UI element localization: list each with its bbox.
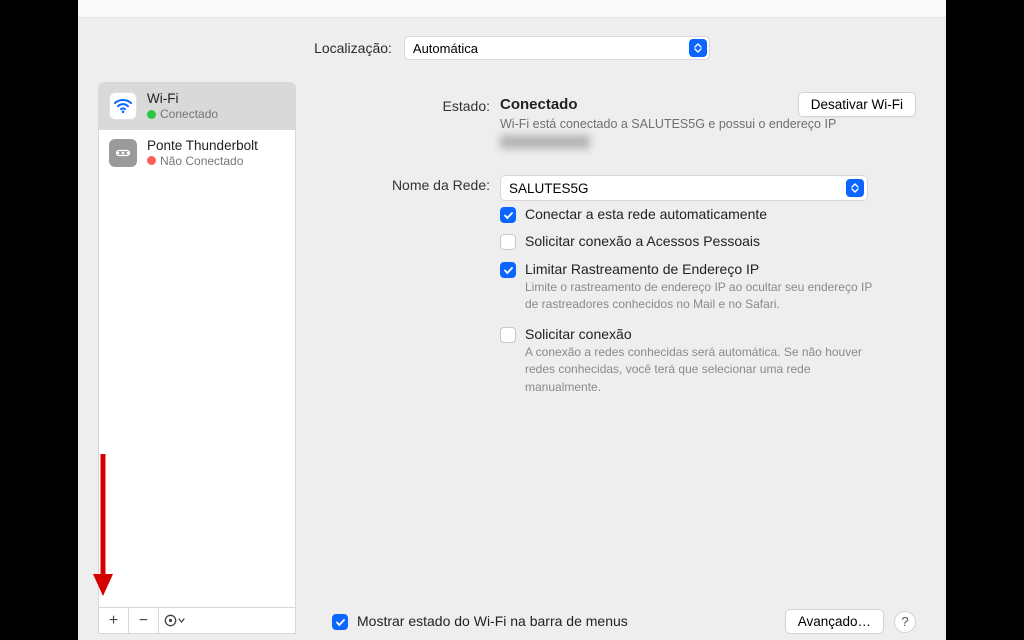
interfaces-sidebar: Wi-Fi Conectado (98, 82, 296, 608)
redacted-ip (500, 135, 590, 149)
ask-join-label: Solicitar conexão (525, 326, 885, 342)
limit-tracking-label: Limitar Rastreamento de Endereço IP (525, 261, 885, 277)
main-panel: Desativar Wi-Fi Estado: Conectado Wi-Fi … (310, 82, 934, 634)
limit-tracking-desc: Limite o rastreamento de endereço IP ao … (525, 279, 885, 314)
show-in-menubar-checkbox[interactable] (332, 614, 348, 630)
limit-tracking-checkbox[interactable] (500, 262, 516, 278)
show-in-menubar-row: Mostrar estado do Wi-Fi na barra de menu… (332, 613, 628, 630)
status-detail: Wi-Fi está conectado a SALUTES5G e possu… (500, 117, 880, 131)
sidebar-footer: + − (98, 608, 296, 634)
remove-interface-button[interactable]: − (129, 608, 159, 633)
thunderbolt-bridge-icon (109, 139, 137, 167)
add-interface-button[interactable]: + (99, 608, 129, 633)
network-name-label: Nome da Rede: (310, 175, 490, 193)
plus-icon: + (109, 612, 118, 630)
sidebar-item-thunderbolt-bridge[interactable]: Ponte Thunderbolt Não Conectado (99, 130, 295, 177)
window-toolbar (78, 0, 946, 18)
limit-tracking-row: Limitar Rastreamento de Endereço IP Limi… (500, 255, 934, 320)
main-footer: Mostrar estado do Wi-Fi na barra de menu… (310, 605, 934, 634)
status-dot-icon (147, 156, 156, 165)
location-label: Localização: (314, 40, 392, 56)
chevron-updown-icon (689, 39, 707, 57)
sidebar-item-label: Wi-Fi (147, 91, 218, 107)
ask-join-checkbox[interactable] (500, 327, 516, 343)
actions-icon (164, 614, 185, 627)
ask-join-desc: A conexão a redes conhecidas será automá… (525, 344, 885, 396)
sidebar-item-status: Não Conectado (160, 154, 243, 168)
location-row: Localização: Automática (78, 18, 946, 82)
network-name-select[interactable]: SALUTES5G (500, 175, 868, 201)
network-prefs-window: Localização: Automática (78, 0, 946, 640)
auto-connect-label: Conectar a esta rede automaticamente (525, 206, 767, 222)
location-value: Automática (413, 41, 478, 56)
wifi-icon (109, 92, 137, 120)
show-in-menubar-label: Mostrar estado do Wi-Fi na barra de menu… (357, 613, 628, 629)
status-label: Estado: (310, 96, 490, 114)
help-button[interactable]: ? (894, 611, 916, 633)
personal-hotspot-row: Solicitar conexão a Acessos Pessoais (500, 228, 934, 255)
location-select[interactable]: Automática (404, 36, 710, 60)
auto-connect-row: Conectar a esta rede automaticamente (500, 201, 934, 228)
interface-actions-button[interactable] (159, 608, 189, 633)
personal-hotspot-label: Solicitar conexão a Acessos Pessoais (525, 233, 760, 249)
sidebar-item-label: Ponte Thunderbolt (147, 138, 258, 154)
personal-hotspot-checkbox[interactable] (500, 234, 516, 250)
ask-join-row: Solicitar conexão A conexão a redes conh… (500, 320, 934, 402)
sidebar-item-status: Conectado (160, 107, 218, 121)
deactivate-wifi-button[interactable]: Desativar Wi-Fi (798, 92, 916, 117)
network-name-value: SALUTES5G (509, 181, 589, 196)
chevron-updown-icon (846, 179, 864, 197)
status-dot-icon (147, 110, 156, 119)
auto-connect-checkbox[interactable] (500, 207, 516, 223)
sidebar-item-wifi[interactable]: Wi-Fi Conectado (99, 83, 295, 130)
advanced-button[interactable]: Avançado… (785, 609, 884, 634)
minus-icon: − (139, 612, 148, 630)
